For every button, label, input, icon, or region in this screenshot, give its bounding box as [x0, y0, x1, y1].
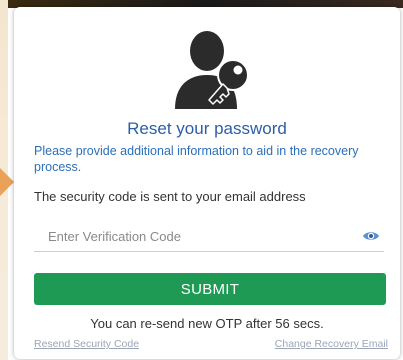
resend-security-code-link[interactable]: Resend Security Code: [34, 338, 139, 350]
eye-icon[interactable]: [362, 229, 380, 243]
submit-button[interactable]: SUBMIT: [34, 273, 386, 305]
page-title: Reset your password: [127, 119, 287, 138]
background-arrow: [0, 168, 14, 196]
page: Reset your password Please provide addit…: [0, 0, 403, 360]
change-recovery-email-link[interactable]: Change Recovery Email: [275, 338, 388, 350]
user-key-icon: [175, 31, 249, 109]
verification-code-input[interactable]: [34, 221, 358, 251]
resend-countdown-text: You can re-send new OTP after 56 secs.: [90, 316, 324, 331]
verification-field: [34, 221, 384, 252]
reset-password-card: Reset your password Please provide addit…: [14, 7, 400, 359]
info-text: Please provide additional information to…: [34, 144, 359, 174]
email-notice: The security code is sent to your email …: [34, 189, 306, 204]
